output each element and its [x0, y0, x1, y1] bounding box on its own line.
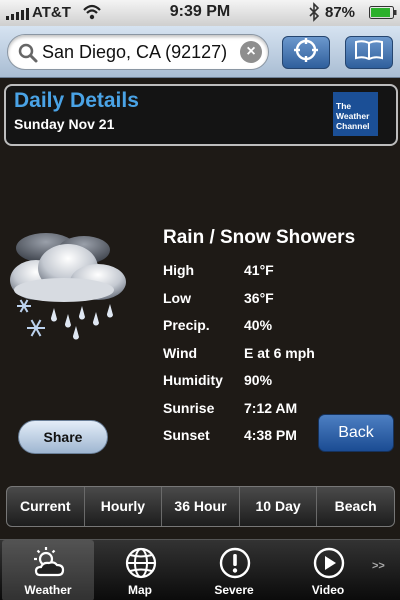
detail-value: 90%: [244, 372, 273, 388]
detail-label: Sunrise: [163, 399, 215, 416]
forecast-segment-bar: Current Hourly 36 Hour 10 Day Beach: [6, 486, 395, 527]
tab-bar: Weather Map Severe Video: [0, 539, 400, 600]
share-button[interactable]: Share: [18, 420, 108, 454]
segment-beach[interactable]: Beach: [317, 487, 394, 526]
detail-value: 4:38 PM: [244, 427, 297, 443]
tab-label: Video: [311, 583, 345, 597]
search-header: ×: [0, 26, 400, 78]
tab-video[interactable]: Video: [282, 540, 374, 600]
segment-10-day[interactable]: 10 Day: [240, 487, 318, 526]
battery-icon: [369, 6, 397, 23]
bluetooth-icon: [308, 2, 320, 26]
search-icon: [17, 42, 39, 69]
detail-value: 7:12 AM: [244, 399, 298, 416]
detail-label: Wind: [163, 344, 198, 361]
saved-locations-button[interactable]: [345, 36, 393, 69]
crosshair-icon: [293, 37, 319, 68]
more-tabs-indicator[interactable]: >>: [372, 560, 400, 572]
segment-hourly[interactable]: Hourly: [85, 487, 163, 526]
battery-percent: 87%: [325, 4, 356, 21]
tab-label: Weather: [24, 583, 72, 597]
detail-value: E at 6 mph: [244, 344, 315, 361]
weather-channel-logo[interactable]: The Weather Channel: [333, 92, 378, 136]
tab-weather[interactable]: Weather: [2, 540, 94, 600]
daily-details-panel: Daily Details Sunday Nov 21 The Weather …: [4, 84, 398, 146]
status-bar: AT&T 9:39 PM 87%: [0, 0, 400, 26]
detail-label: Sunset: [163, 427, 210, 443]
tab-severe[interactable]: Severe: [188, 540, 280, 600]
search-box[interactable]: ×: [7, 34, 269, 70]
tab-label: Map: [128, 583, 152, 597]
segment-36-hour[interactable]: 36 Hour: [162, 487, 240, 526]
back-button[interactable]: Back: [318, 414, 394, 452]
detail-label: High: [163, 262, 195, 278]
book-icon: [354, 39, 384, 66]
detail-label: Humidity: [163, 372, 223, 388]
cloud-rain-snow-icon: [6, 228, 132, 346]
detail-label: Low: [163, 289, 191, 306]
detail-label: Precip.: [163, 317, 210, 333]
detail-value: 36°F: [244, 289, 274, 306]
clear-icon[interactable]: ×: [240, 41, 262, 63]
forecast-date: Sunday Nov 21: [14, 116, 115, 132]
page-title: Daily Details: [14, 89, 139, 112]
location-search-input[interactable]: [42, 38, 238, 66]
tab-map[interactable]: Map: [94, 540, 186, 600]
condition-label: Rain / Snow Showers: [163, 227, 356, 248]
tab-label: Severe: [214, 583, 254, 597]
detail-value: 41°F: [244, 262, 274, 278]
locate-button[interactable]: [282, 36, 330, 69]
segment-current[interactable]: Current: [7, 487, 85, 526]
detail-value: 40%: [244, 317, 273, 333]
